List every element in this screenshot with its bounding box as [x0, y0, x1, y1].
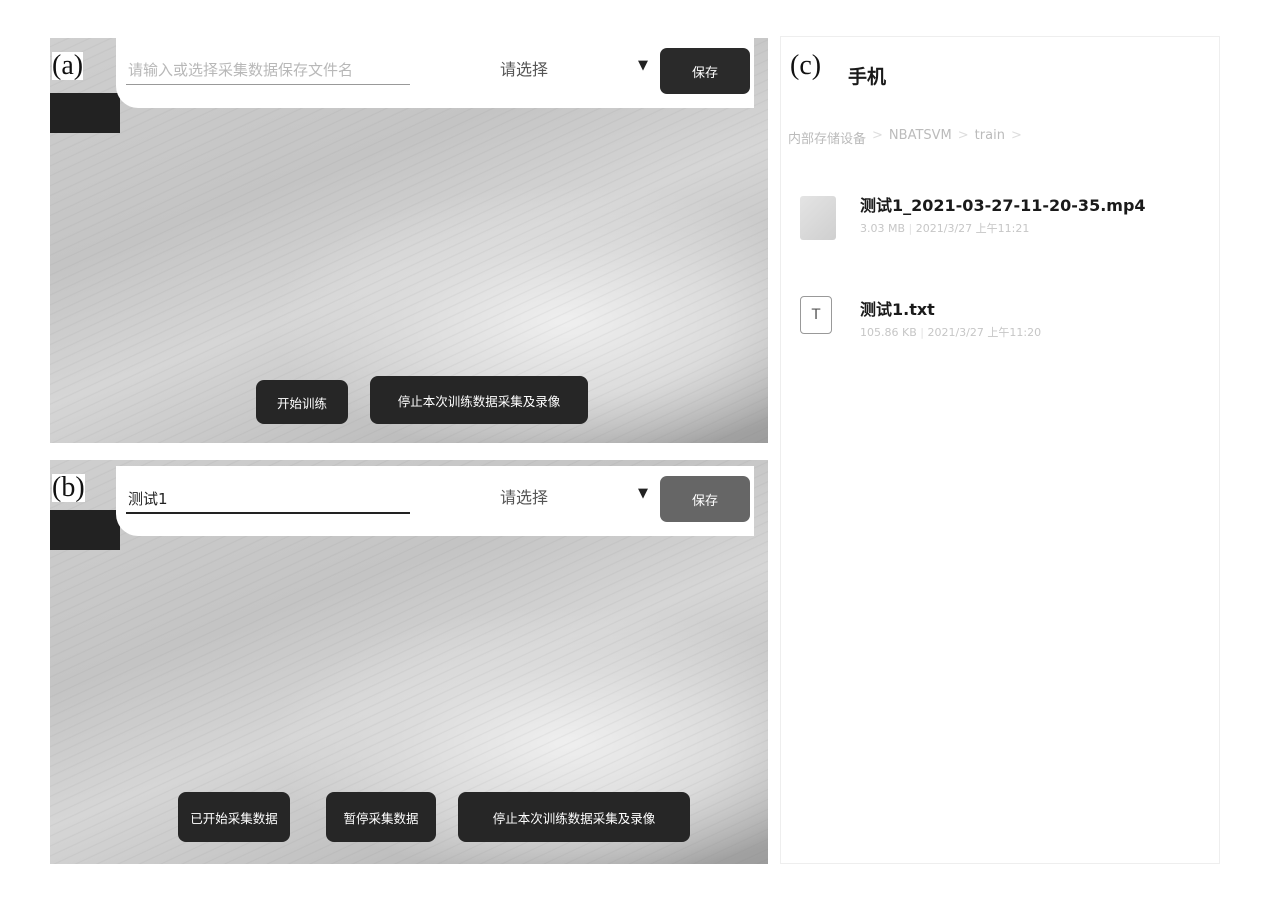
text-file-icon: T: [800, 296, 832, 334]
dropdown-caret-icon[interactable]: ▼: [638, 58, 648, 73]
dropdown-caret-icon[interactable]: ▼: [638, 486, 648, 501]
file-date: 2021/3/27 上午11:20: [927, 326, 1042, 339]
panel-label-c: (c): [790, 50, 822, 81]
file-item[interactable]: 测试1_2021-03-27-11-20-35.mp4 3.03 MB | 20…: [800, 192, 1210, 252]
file-date: 2021/3/27 上午11:21: [915, 222, 1030, 235]
video-thumbnail-icon: [800, 196, 836, 240]
file-name: 测试1.txt: [860, 300, 935, 319]
filename-input[interactable]: [126, 484, 410, 514]
file-select[interactable]: 请选择: [500, 56, 548, 80]
breadcrumb-item[interactable]: train: [975, 128, 1005, 147]
file-item[interactable]: T 测试1.txt 105.86 KB | 2021/3/27 上午11:20: [800, 296, 1210, 356]
file-name: 测试1_2021-03-27-11-20-35.mp4: [860, 196, 1146, 215]
screen-a: 请选择 ▼ 保存 开始训练 停止本次训练数据采集及录像: [50, 38, 768, 443]
pause-collection-button[interactable]: 暂停采集数据: [326, 792, 436, 842]
page-title: 手机: [848, 66, 887, 88]
breadcrumb: 内部存储设备 > NBATSVM > train >: [788, 128, 1022, 147]
file-meta: 3.03 MB | 2021/3/27 上午11:21: [860, 220, 1029, 236]
file-size: 3.03 MB: [860, 222, 906, 235]
save-button[interactable]: 保存: [660, 476, 750, 522]
panel-label-b: (b): [52, 472, 85, 503]
breadcrumb-separator: >: [1010, 128, 1022, 143]
breadcrumb-separator: >: [957, 128, 969, 143]
save-button[interactable]: 保存: [660, 48, 750, 94]
file-meta: 105.86 KB | 2021/3/27 上午11:20: [860, 324, 1041, 340]
breadcrumb-item[interactable]: 内部存储设备: [788, 128, 866, 147]
screen-b: 请选择 ▼ 保存 已开始采集数据 暂停采集数据 停止本次训练数据采集及录像: [50, 460, 768, 864]
meta-separator: |: [920, 326, 924, 339]
collection-started-button[interactable]: 已开始采集数据: [178, 792, 290, 842]
breadcrumb-separator: >: [872, 128, 883, 143]
file-size: 105.86 KB: [860, 326, 917, 339]
top-bar: 请选择 ▼ 保存: [116, 466, 754, 536]
panel-label-a: (a): [52, 50, 84, 81]
file-select[interactable]: 请选择: [500, 484, 548, 508]
stop-collection-button[interactable]: 停止本次训练数据采集及录像: [370, 376, 588, 424]
corner-tab: [50, 93, 120, 133]
meta-separator: |: [908, 222, 913, 235]
filename-input[interactable]: [126, 56, 410, 85]
file-manager: [780, 36, 1220, 864]
stop-collection-button[interactable]: 停止本次训练数据采集及录像: [458, 792, 690, 842]
top-bar: 请选择 ▼ 保存: [116, 38, 754, 108]
corner-tab: [50, 510, 120, 550]
breadcrumb-item[interactable]: NBATSVM: [889, 128, 952, 147]
start-training-button[interactable]: 开始训练: [256, 380, 348, 424]
